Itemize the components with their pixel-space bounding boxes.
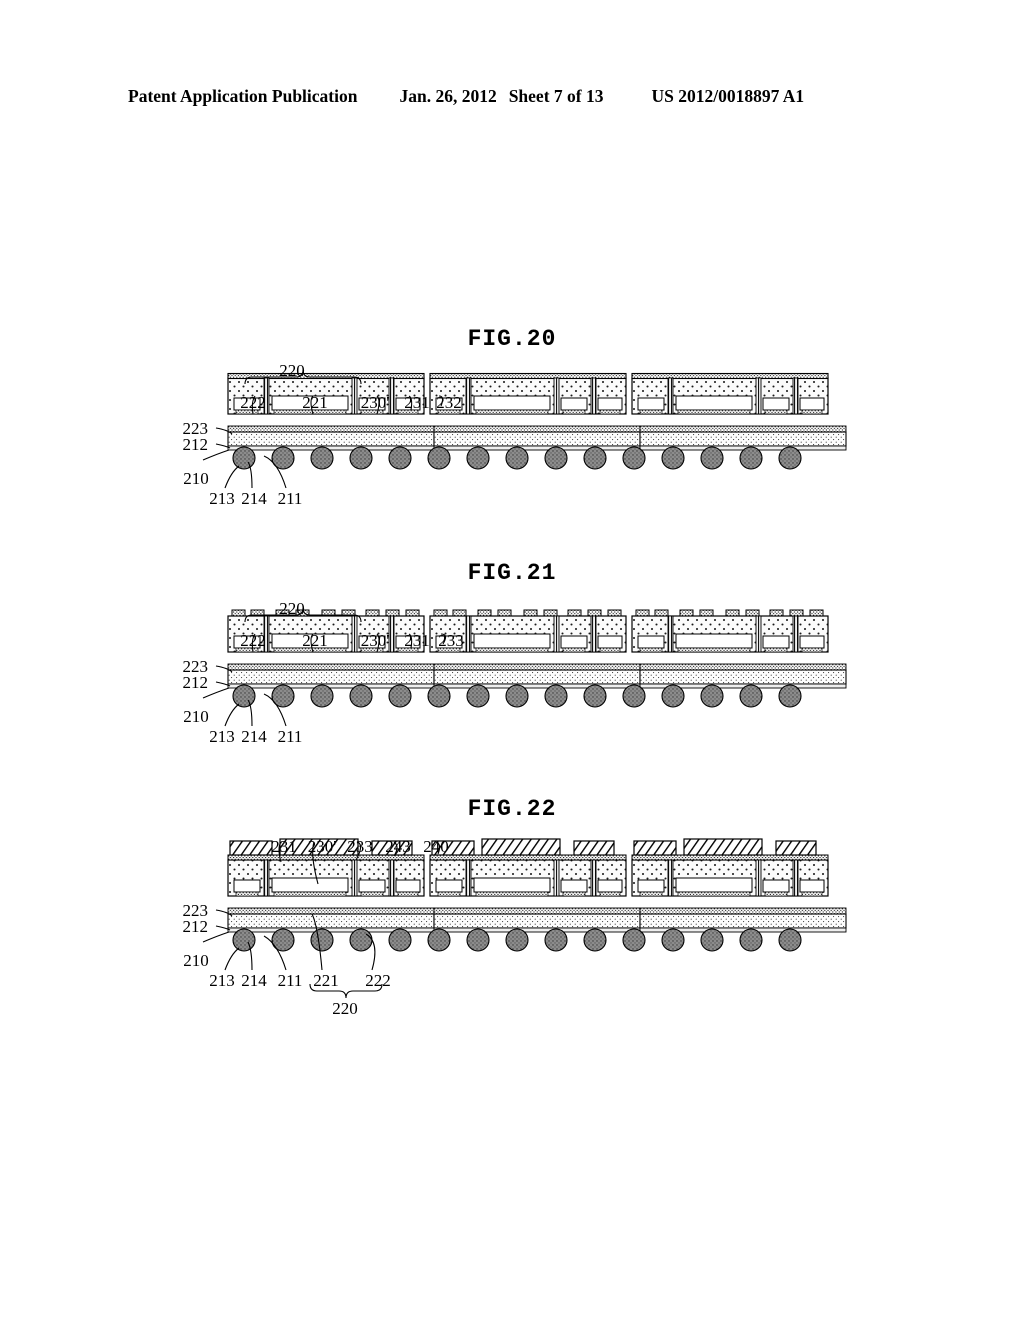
fig22-label-214: 214 xyxy=(241,971,267,990)
fig20-label-231: 231 xyxy=(404,393,430,412)
fig21-label-230p: 230' xyxy=(361,631,390,650)
header-sheet-number: Sheet 7 of 13 xyxy=(508,86,604,106)
fig21-label-213: 213 xyxy=(209,727,235,746)
fig22-label-231: 231 xyxy=(271,837,297,856)
fig20-label-221: 221 xyxy=(302,393,328,412)
fig21-stack: 220 222 221 230' 231 233 223 212 210 213… xyxy=(183,599,847,746)
fig20-label-214: 214 xyxy=(241,489,267,508)
header-date: Jan. 26, 2012 xyxy=(399,86,497,106)
fig20-stack: 220 222 221 230' 231 232 223 212 210 213… xyxy=(183,361,847,508)
fig21-label-210: 210 xyxy=(183,707,209,726)
solder-ball-row xyxy=(232,446,802,470)
fig21-label-233: 233 xyxy=(438,631,464,650)
fig22-label-211: 211 xyxy=(278,971,303,990)
figure-20-drawing: 220 222 221 230' 231 232 223 212 210 213… xyxy=(0,318,1024,554)
fig20-label-213: 213 xyxy=(209,489,235,508)
fig21-label-212: 212 xyxy=(183,673,209,692)
fig20-label-222: 222 xyxy=(240,393,266,412)
fig21-label-211: 211 xyxy=(278,727,303,746)
fig20-label-212: 212 xyxy=(183,435,209,454)
fig20-label-232: 232 xyxy=(436,393,462,412)
patent-drawing-page: Patent Application Publication Jan. 26, … xyxy=(0,0,1024,1320)
fig22-label-210: 210 xyxy=(183,951,209,970)
fig21-label-222: 222 xyxy=(240,631,266,650)
fig20-label-211: 211 xyxy=(278,489,303,508)
fig22-label-222: 222 xyxy=(365,971,391,990)
fig22-label-230p: 230' xyxy=(308,837,337,856)
fig22-label-240: 240 xyxy=(423,837,449,856)
figure-22-drawing: 231 230' 233 243 240 223 212 210 213 214… xyxy=(0,788,1024,1050)
fig21-label-220: 220 xyxy=(279,599,305,618)
publication-header: Patent Application Publication Jan. 26, … xyxy=(128,86,896,110)
fig22-label-221: 221 xyxy=(313,971,339,990)
fig20-label-230p: 230' xyxy=(361,393,390,412)
fig20-label-220: 220 xyxy=(279,361,305,380)
fig22-label-220: 220 xyxy=(332,999,358,1018)
fig22-stack: 231 230' 233 243 240 223 212 210 213 214… xyxy=(183,837,847,1018)
fig22-label-243: 243 xyxy=(385,837,411,856)
figure-20: FIG.20 220 222 221 230' 231 232 223 212 … xyxy=(0,318,1024,554)
fig21-label-231: 231 xyxy=(404,631,430,650)
header-publication-title: Patent Application Publication xyxy=(128,86,358,106)
header-patent-number: US 2012/0018897 A1 xyxy=(651,86,805,106)
fig21-label-214: 214 xyxy=(241,727,267,746)
fig21-label-221: 221 xyxy=(302,631,328,650)
fig20-label-210: 210 xyxy=(183,469,209,488)
fig22-label-212: 212 xyxy=(183,917,209,936)
fig22-label-233: 233 xyxy=(347,837,373,856)
figure-21-drawing: 220 222 221 230' 231 233 223 212 210 213… xyxy=(0,552,1024,798)
solder-ball-row xyxy=(232,684,802,708)
figure-22: FIG.22 231 230' 233 243 240 223 212 210 … xyxy=(0,788,1024,1050)
figure-21: FIG.21 220 222 221 230' 231 233 223 212 … xyxy=(0,552,1024,798)
fig22-label-213: 213 xyxy=(209,971,235,990)
